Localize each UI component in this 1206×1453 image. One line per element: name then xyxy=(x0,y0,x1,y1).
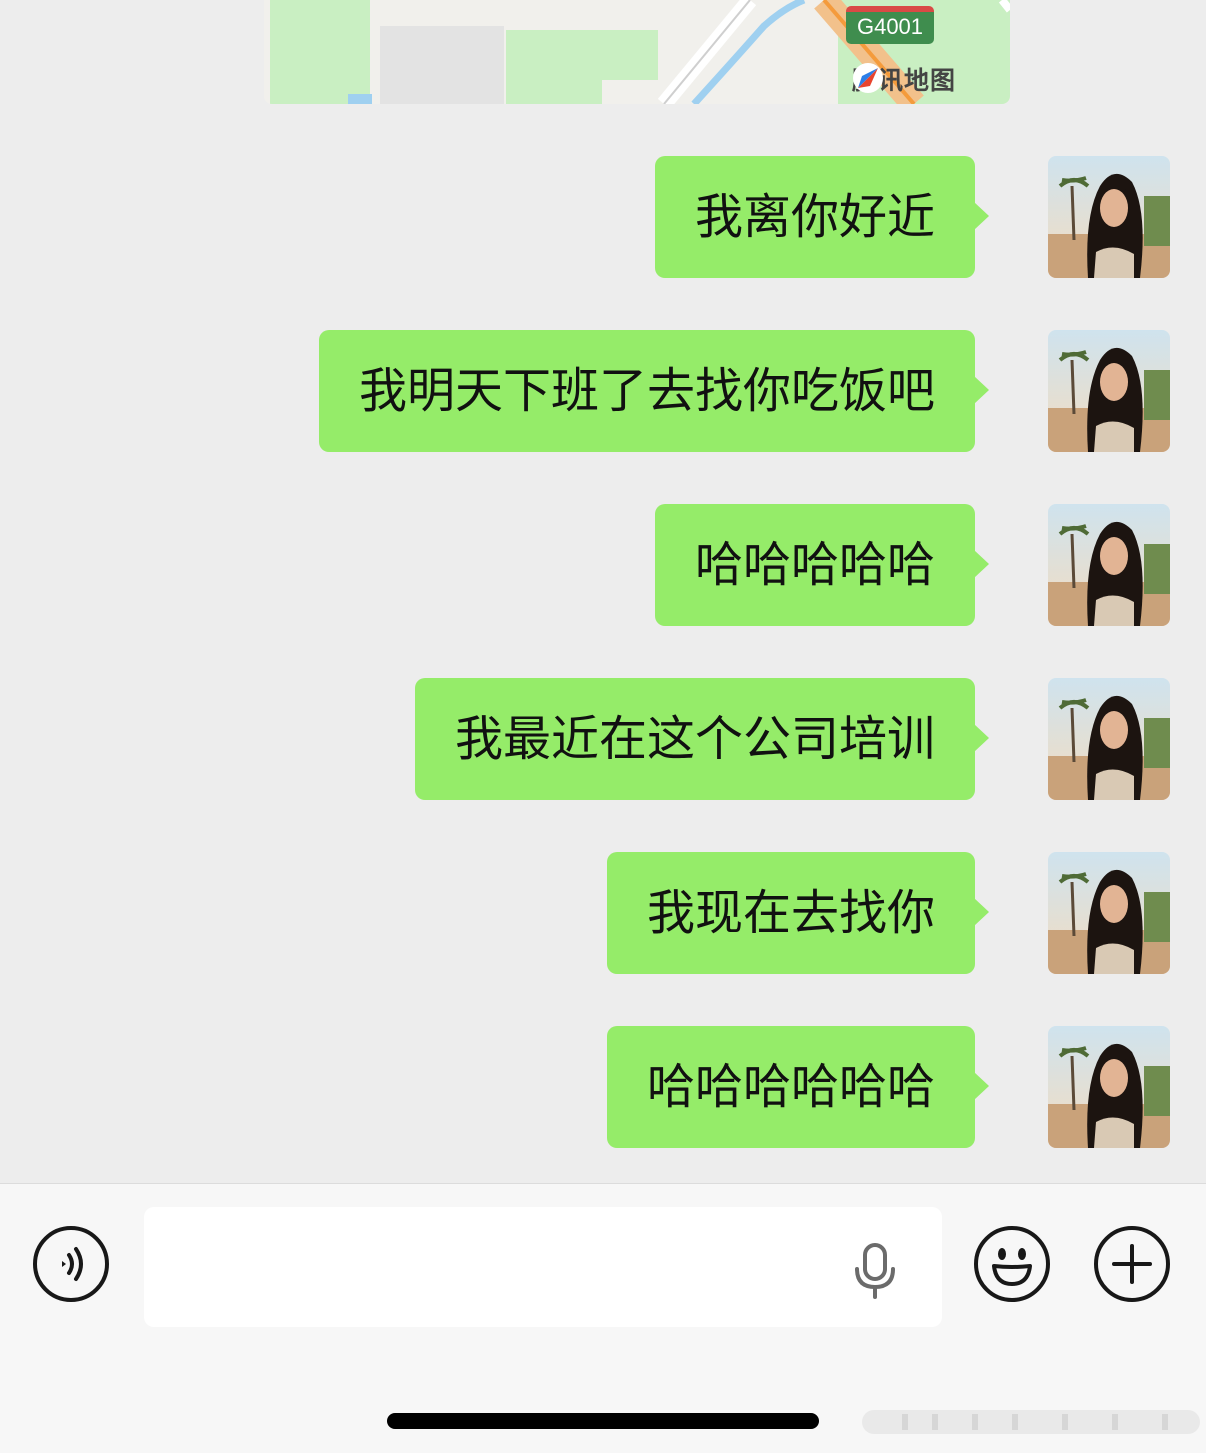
avatar[interactable] xyxy=(1048,852,1170,974)
message-bubble[interactable]: 我现在去找你 xyxy=(606,852,990,974)
avatar-photo xyxy=(1048,504,1170,626)
message-row: 哈哈哈哈哈 xyxy=(36,504,1170,628)
input-bar xyxy=(0,1183,1206,1453)
message-bubble[interactable]: 哈哈哈哈哈哈 xyxy=(606,1026,990,1148)
avatar[interactable] xyxy=(1048,1026,1170,1148)
avatar-photo xyxy=(1048,156,1170,278)
avatar-photo xyxy=(1048,1026,1170,1148)
avatar-photo xyxy=(1048,678,1170,800)
road-code-badge: G4001 xyxy=(846,6,934,44)
avatar-photo xyxy=(1048,330,1170,452)
chat-area: G4001 腾讯地图 我离你好近 我明天下班了去找你吃饭吧 哈哈哈哈哈 我最近在… xyxy=(0,0,1206,1183)
voice-mode-icon xyxy=(62,1247,83,1281)
avatar[interactable] xyxy=(1048,504,1170,626)
emoji-icon xyxy=(992,1248,1032,1286)
message-bubble[interactable]: 我离你好近 xyxy=(654,156,990,278)
message-row: 我现在去找你 xyxy=(36,852,1170,976)
message-input[interactable] xyxy=(144,1207,942,1327)
message-row: 我明天下班了去找你吃饭吧 xyxy=(36,330,1170,454)
avatar[interactable] xyxy=(1048,678,1170,800)
plus-icon xyxy=(1112,1244,1152,1284)
message-row: 我最近在这个公司培训 xyxy=(36,678,1170,802)
message-bubble[interactable]: 我最近在这个公司培训 xyxy=(414,678,990,800)
location-map-card[interactable]: G4001 腾讯地图 xyxy=(264,0,1010,104)
home-indicator[interactable] xyxy=(387,1413,819,1429)
message-row: 我离你好近 xyxy=(36,156,1170,280)
message-bubble[interactable]: 我明天下班了去找你吃饭吧 xyxy=(318,330,990,452)
message-bubble[interactable]: 哈哈哈哈哈 xyxy=(654,504,990,626)
voice-mode-button[interactable] xyxy=(33,1226,109,1302)
map-provider-brand: 腾讯地图 xyxy=(852,62,956,96)
watermark xyxy=(862,1410,1200,1434)
more-options-button[interactable] xyxy=(1094,1226,1170,1302)
avatar[interactable] xyxy=(1048,156,1170,278)
message-row: 哈哈哈哈哈哈 xyxy=(36,1026,1170,1150)
emoji-button[interactable] xyxy=(974,1226,1050,1302)
tencent-map-logo-icon xyxy=(853,63,883,93)
avatar[interactable] xyxy=(1048,330,1170,452)
avatar-photo xyxy=(1048,852,1170,974)
microphone-icon[interactable] xyxy=(850,1243,900,1299)
